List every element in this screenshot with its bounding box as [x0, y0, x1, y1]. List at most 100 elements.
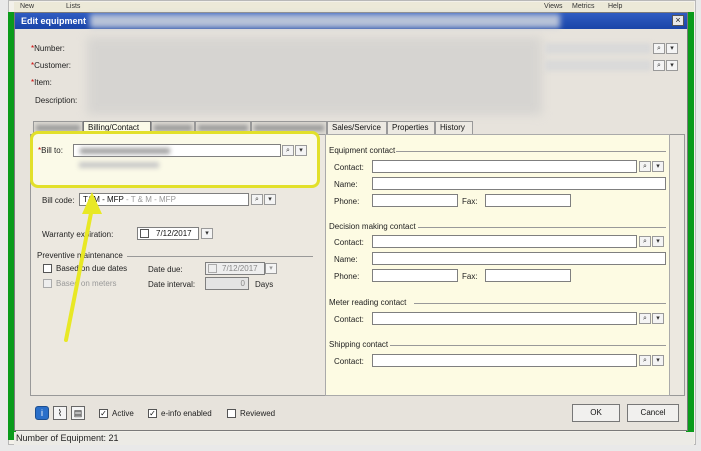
cancel-button[interactable]: Cancel: [627, 404, 679, 422]
bill-to-highlight: *Bill to: ⌕ ▾: [30, 131, 320, 188]
status-bar: Number of Equipment: 21: [14, 432, 694, 445]
description-label: Description:: [35, 96, 78, 105]
tab-properties[interactable]: Properties: [387, 121, 435, 134]
bill-code-input[interactable]: T&M - MFP - T & M - MFP: [79, 193, 249, 206]
reviewed-checkbox[interactable]: [227, 409, 236, 418]
equipment-contact-title: Equipment contact: [329, 146, 400, 155]
decision-name-label: Name:: [334, 255, 358, 264]
customer-input[interactable]: [545, 60, 651, 71]
bill-code-description: - T & M - MFP: [123, 195, 176, 204]
number-label: *Number:: [31, 44, 65, 53]
date-due-checkbox[interactable]: [208, 264, 217, 273]
tab-history[interactable]: History: [435, 121, 473, 134]
customer-dropdown-icon[interactable]: ▾: [666, 60, 678, 71]
decision-contact-dropdown-icon[interactable]: ▾: [652, 236, 664, 247]
decision-phone-input[interactable]: [372, 269, 458, 282]
equipment-fax-input[interactable]: [485, 194, 571, 207]
meter-contact-label: Contact:: [334, 315, 364, 324]
blurred-header-fields: [87, 37, 542, 115]
menu-new[interactable]: New: [20, 3, 34, 10]
meter-contact-input[interactable]: [372, 312, 637, 325]
einfo-checkbox[interactable]: ✓: [148, 409, 157, 418]
date-interval-value: 0: [240, 279, 245, 288]
number-lookup-icon[interactable]: ⌕: [653, 43, 665, 54]
days-label: Days: [255, 280, 274, 289]
meter-contact-dropdown-icon[interactable]: ▾: [652, 313, 664, 324]
dialog-titlebar[interactable]: Edit equipment ×: [15, 13, 687, 29]
blurred-title-region: [90, 14, 560, 28]
warranty-date-value: 7/12/2017: [156, 229, 192, 238]
based-on-meters-checkbox[interactable]: [43, 279, 52, 288]
warranty-calendar-dropdown-icon[interactable]: ▾: [201, 228, 213, 239]
bill-to-dropdown-icon[interactable]: ▾: [295, 145, 307, 156]
decision-contact-input[interactable]: [372, 235, 637, 248]
date-due-calendar-dropdown-icon[interactable]: ▾: [265, 263, 277, 274]
bill-code-value: T&M - MFP: [83, 195, 124, 204]
edit-equipment-dialog: Edit equipment × *Number: *Customer: *It…: [14, 12, 688, 431]
note-icon[interactable]: ▤: [71, 406, 85, 420]
decision-fax-input[interactable]: [485, 269, 571, 282]
meter-contact-lookup-icon[interactable]: ⌕: [639, 313, 651, 324]
number-input[interactable]: [545, 43, 651, 54]
menu-lists[interactable]: Lists: [66, 3, 80, 10]
active-label: Active: [112, 409, 134, 418]
bill-to-input[interactable]: [73, 144, 281, 157]
bill-to-address-blurred: [79, 162, 159, 168]
based-on-due-dates-checkbox[interactable]: [43, 264, 52, 273]
decision-name-input[interactable]: [372, 252, 666, 265]
equipment-contact-input[interactable]: [372, 160, 637, 173]
equipment-name-label: Name:: [334, 180, 358, 189]
based-on-meters-label: Based on meters: [56, 279, 117, 288]
shipping-contact-label: Contact:: [334, 357, 364, 366]
ok-button[interactable]: OK: [572, 404, 620, 422]
warranty-checkbox[interactable]: [140, 229, 149, 238]
shipping-contact-input[interactable]: [372, 354, 637, 367]
equipment-phone-label: Phone:: [334, 197, 360, 206]
info-icon[interactable]: i: [35, 406, 49, 420]
active-checkbox[interactable]: ✓: [99, 409, 108, 418]
meter-contact-title: Meter reading contact: [329, 298, 411, 307]
menu-metrics[interactable]: Metrics: [572, 3, 595, 10]
decision-contact-title: Decision making contact: [329, 222, 420, 231]
date-due-label: Date due:: [148, 265, 183, 274]
bill-code-dropdown-icon[interactable]: ▾: [264, 194, 276, 205]
dialog-title: Edit equipment: [21, 16, 86, 26]
app-menubar: New Lists Views Metrics Help: [14, 2, 694, 12]
customer-lookup-icon[interactable]: ⌕: [653, 60, 665, 71]
contacts-panel: Equipment contact Contact: ⌕ ▾ Name: Pho…: [325, 134, 670, 396]
menu-views[interactable]: Views: [544, 3, 563, 10]
bill-code-lookup-icon[interactable]: ⌕: [251, 194, 263, 205]
equipment-name-input[interactable]: [372, 177, 666, 190]
customer-label: *Customer:: [31, 61, 72, 70]
date-interval-input[interactable]: 0: [205, 277, 249, 290]
equipment-contact-label: Contact:: [334, 163, 364, 172]
equipment-count: Number of Equipment: 21: [16, 433, 119, 443]
item-label: *Item:: [31, 78, 52, 87]
decision-contact-lookup-icon[interactable]: ⌕: [639, 236, 651, 247]
bill-code-label: Bill code:: [42, 196, 75, 205]
date-due-input[interactable]: 7/12/2017: [205, 262, 265, 275]
number-dropdown-icon[interactable]: ▾: [666, 43, 678, 54]
date-due-value: 7/12/2017: [222, 264, 258, 273]
decision-phone-label: Phone:: [334, 272, 360, 281]
decision-fax-label: Fax:: [462, 272, 478, 281]
decision-contact-label: Contact:: [334, 238, 364, 247]
shipping-contact-lookup-icon[interactable]: ⌕: [639, 355, 651, 366]
shipping-contact-dropdown-icon[interactable]: ▾: [652, 355, 664, 366]
attach-icon[interactable]: ⌇: [53, 406, 67, 420]
based-on-due-dates-label: Based on due dates: [56, 264, 128, 273]
equipment-phone-input[interactable]: [372, 194, 458, 207]
reviewed-label: Reviewed: [240, 409, 276, 418]
equipment-fax-label: Fax:: [462, 197, 478, 206]
warranty-date-input[interactable]: 7/12/2017: [137, 227, 199, 240]
einfo-label: e-info enabled: [161, 409, 212, 418]
menu-help[interactable]: Help: [608, 3, 622, 10]
shipping-contact-title: Shipping contact: [329, 340, 393, 349]
equipment-contact-lookup-icon[interactable]: ⌕: [639, 161, 651, 172]
close-icon[interactable]: ×: [672, 15, 684, 26]
bill-to-lookup-icon[interactable]: ⌕: [282, 145, 294, 156]
bill-to-label: *Bill to:: [38, 146, 63, 155]
tab-sales-service[interactable]: Sales/Service: [327, 121, 387, 134]
warranty-label: Warranty expiration:: [42, 230, 114, 239]
equipment-contact-dropdown-icon[interactable]: ▾: [652, 161, 664, 172]
